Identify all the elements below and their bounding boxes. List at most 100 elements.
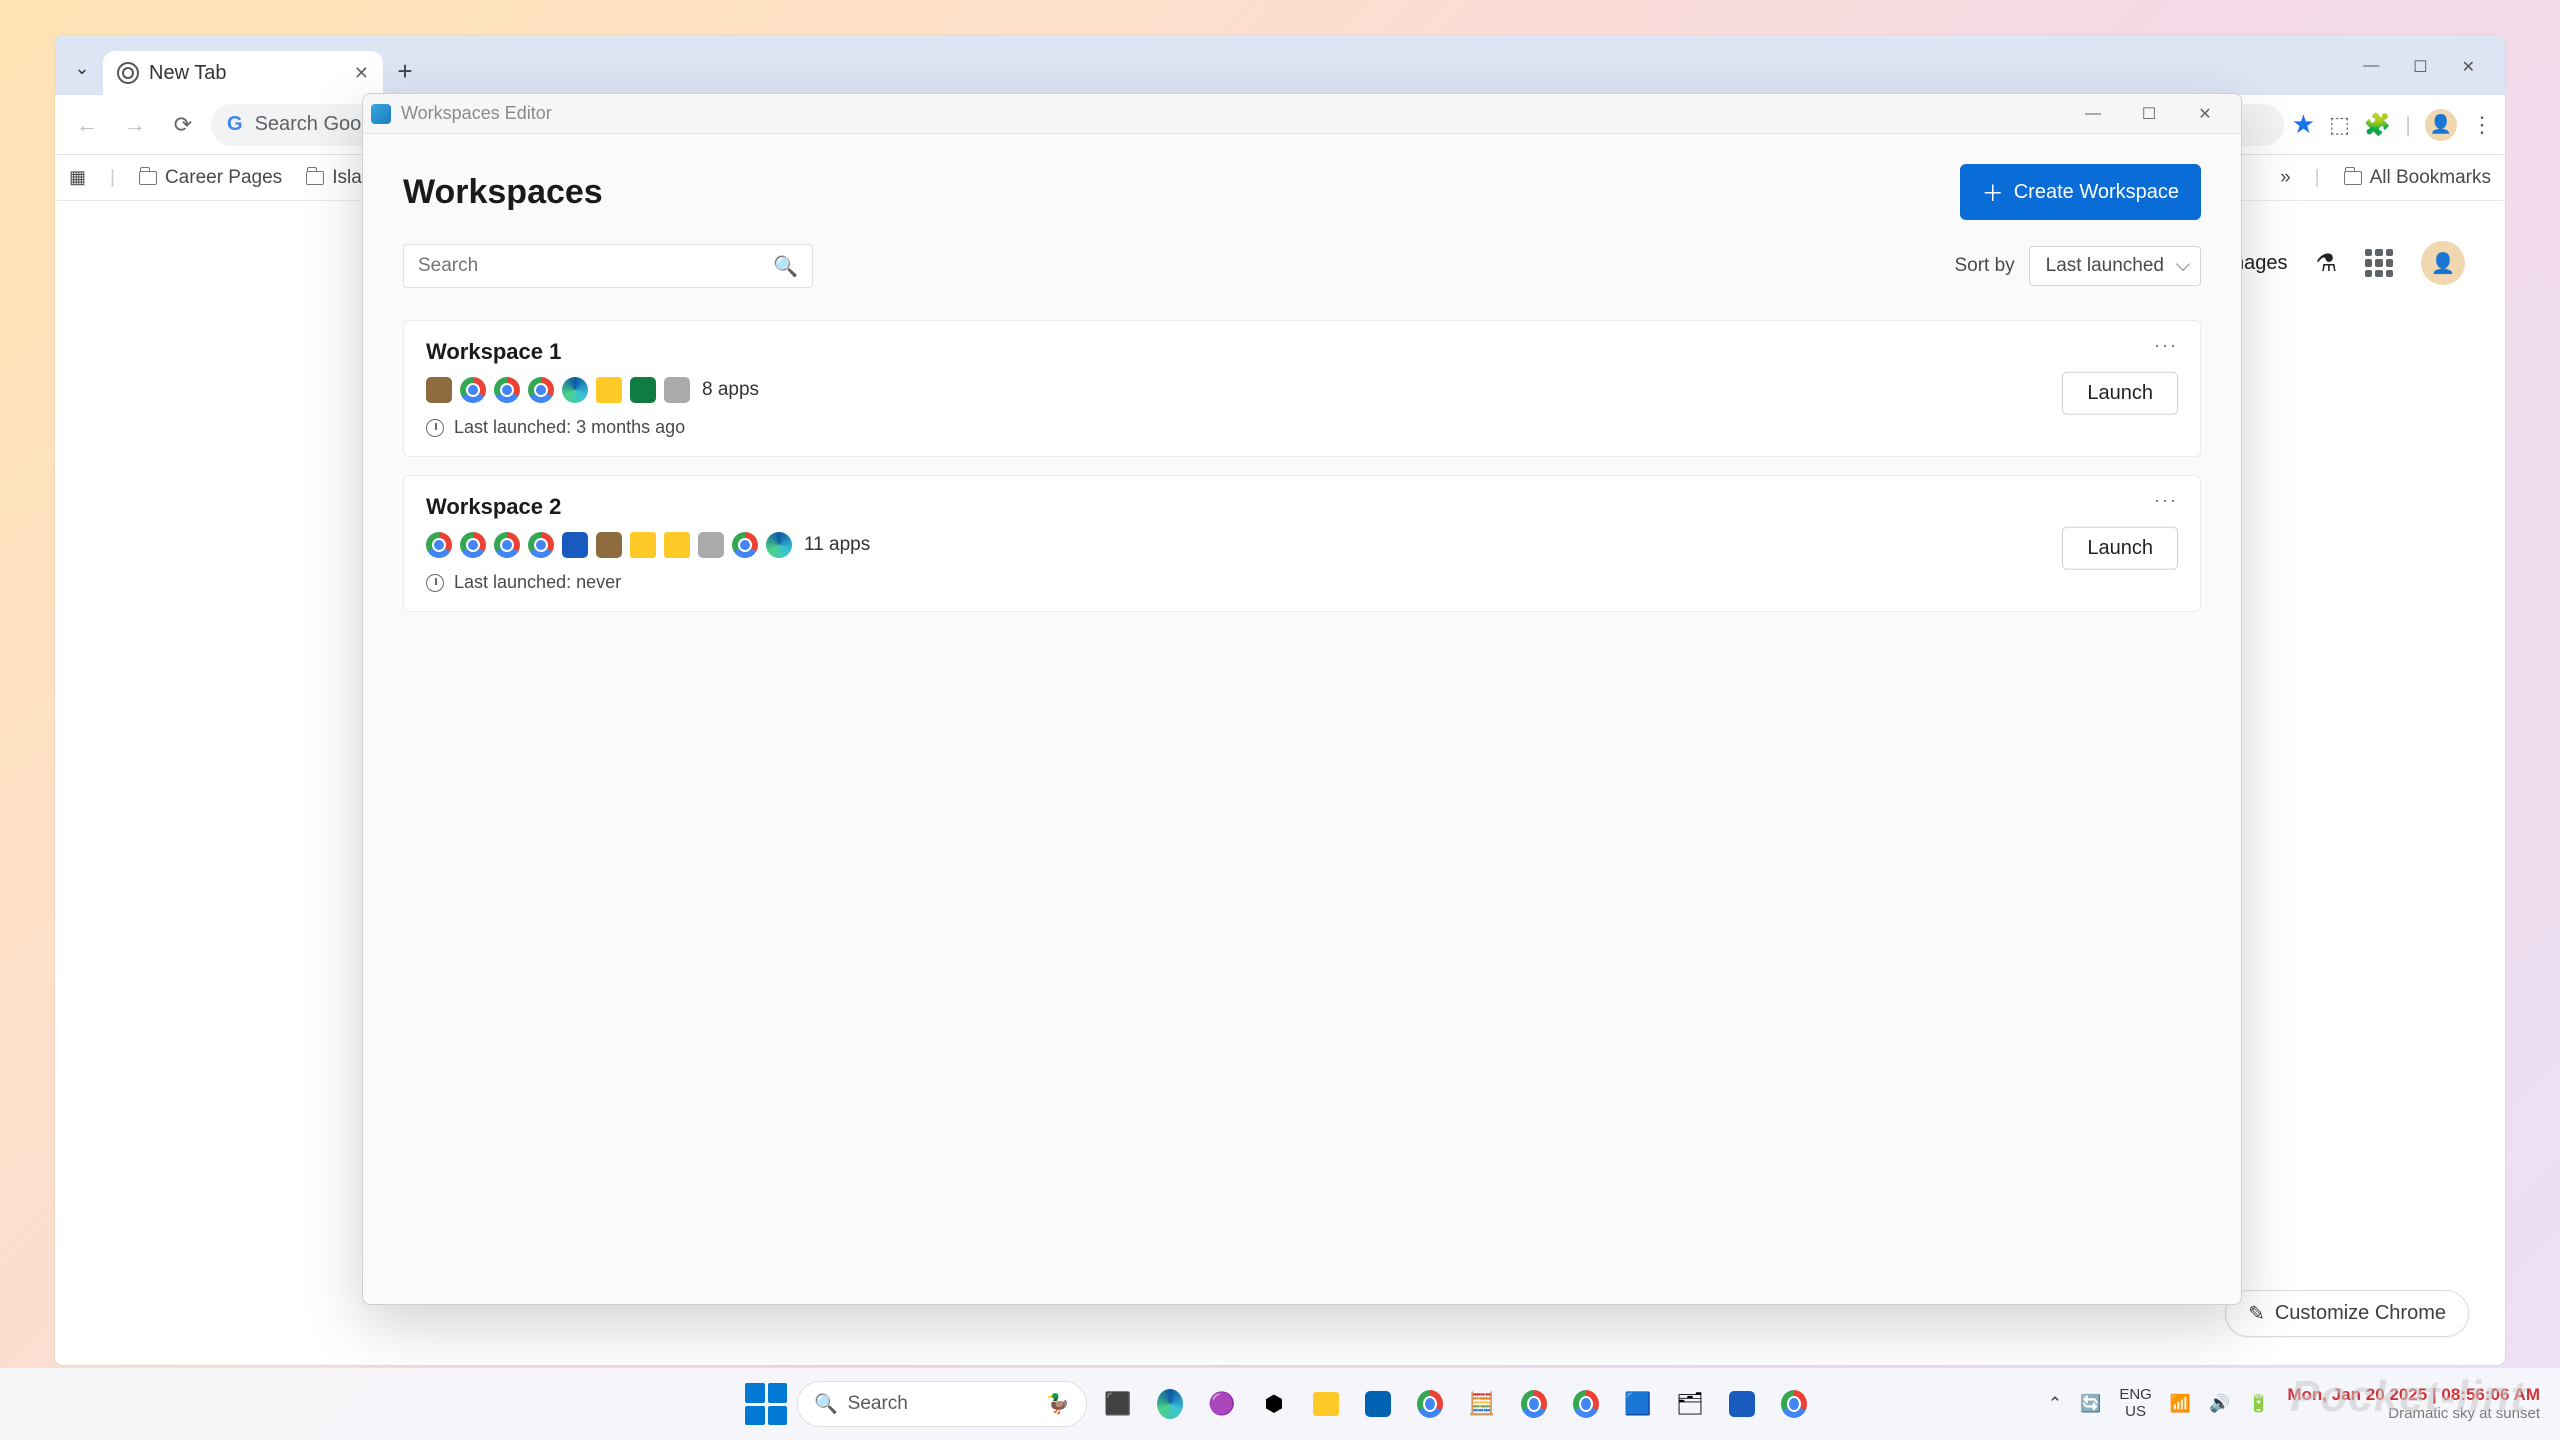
search-icon: 🔍 <box>814 1392 838 1416</box>
screenshot-icon[interactable]: ⬚ <box>2329 112 2350 138</box>
chrome-icon <box>528 377 554 403</box>
taskbar-app-obsidian[interactable]: ⬢ <box>1253 1383 1295 1425</box>
wifi-icon[interactable]: 📶 <box>2170 1394 2191 1414</box>
taskbar-app-chrome-1[interactable] <box>1409 1383 1451 1425</box>
word-icon <box>562 532 588 558</box>
bookmark-label: All Bookmarks <box>2370 167 2491 189</box>
chrome-profile-avatar[interactable]: 👤 <box>2425 109 2457 141</box>
edge-icon <box>766 532 792 558</box>
omnibox-text: Search Googl <box>255 113 377 136</box>
windows-taskbar: 🔍 Search 🦆 ⬛ 🟣 ⬢ 🧮 🟦 🗂 ⌃ 🔄 ENG US 📶 🔊 🔋 … <box>0 1368 2560 1440</box>
back-button[interactable]: ← <box>67 105 107 145</box>
clock-date: Mon, Jan 20 2025 | 08:56:06 AM <box>2287 1385 2540 1405</box>
chrome-icon <box>460 532 486 558</box>
taskbar-app-copilot[interactable]: 🟣 <box>1201 1383 1243 1425</box>
sort-value: Last launched <box>2046 255 2164 277</box>
calc-icon <box>596 532 622 558</box>
minimize-icon[interactable]: — <box>2363 57 2379 77</box>
google-account-avatar[interactable]: 👤 <box>2421 241 2465 285</box>
taskbar-app-generic[interactable]: 🗂 <box>1669 1383 1711 1425</box>
taskbar-search[interactable]: 🔍 Search 🦆 <box>797 1381 1087 1427</box>
start-button[interactable] <box>745 1383 787 1425</box>
taskbar-app-calculator[interactable]: 🧮 <box>1461 1383 1503 1425</box>
google-apps-icon[interactable] <box>2365 249 2393 277</box>
history-icon <box>426 419 444 437</box>
taskbar-app-chrome-2[interactable] <box>1513 1383 1555 1425</box>
taskbar-app-chrome-3[interactable] <box>1565 1383 1607 1425</box>
overflow-icon[interactable]: » <box>2280 167 2291 189</box>
workspace-meta: Last launched: never <box>426 572 2178 593</box>
extensions-icon[interactable]: 🧩 <box>2364 112 2391 138</box>
chrome-icon <box>732 532 758 558</box>
chrome-icon <box>494 377 520 403</box>
taskbar-right: ⌃ 🔄 ENG US 📶 🔊 🔋 Mon, Jan 20 2025 | 08:5… <box>2048 1385 2540 1423</box>
customize-chrome-button[interactable]: ✎ Customize Chrome <box>2225 1290 2469 1337</box>
tray-chevron-icon[interactable]: ⌃ <box>2048 1394 2062 1414</box>
excel-icon <box>630 377 656 403</box>
language-indicator[interactable]: ENG US <box>2119 1387 2152 1420</box>
workspace-more-button[interactable]: ··· <box>2154 335 2178 356</box>
workspaces-search-input[interactable] <box>418 255 763 277</box>
bookmark-star-icon[interactable]: ★ <box>2292 109 2315 140</box>
chrome-icon <box>528 532 554 558</box>
lang-bottom: US <box>2125 1404 2146 1421</box>
taskbar-app-explorer[interactable] <box>1305 1383 1347 1425</box>
sort-wrapper: Sort by Last launched <box>1954 246 2201 286</box>
google-g-icon: G <box>227 113 243 136</box>
tab-search-caret[interactable]: ⌄ <box>65 51 99 85</box>
separator: | <box>2315 167 2320 189</box>
workspace-apps-row: 11 apps <box>426 532 2178 558</box>
taskbar-app-store[interactable] <box>1357 1383 1399 1425</box>
close-icon[interactable]: ✕ <box>2462 57 2475 77</box>
taskbar-app-chrome-4[interactable] <box>1773 1383 1815 1425</box>
battery-icon[interactable]: 🔋 <box>2248 1394 2269 1414</box>
taskbar-app-powertoys[interactable]: 🟦 <box>1617 1383 1659 1425</box>
workspace-name: Workspace 1 <box>426 339 2178 365</box>
workspace-card: Workspace 211 appsLast launched: never··… <box>403 475 2201 612</box>
launch-workspace-button[interactable]: Launch <box>2062 371 2178 414</box>
separator: | <box>2405 112 2411 138</box>
taskbar-app-word[interactable] <box>1721 1383 1763 1425</box>
minimize-icon[interactable]: — <box>2065 95 2121 133</box>
search-icon: 🔍 <box>773 254 798 279</box>
plus-icon: ＋ <box>1982 176 2004 208</box>
chrome-icon <box>494 532 520 558</box>
maximize-icon[interactable]: ☐ <box>2413 57 2427 77</box>
workspace-card: Workspace 18 appsLast launched: 3 months… <box>403 320 2201 457</box>
forward-button[interactable]: → <box>115 105 155 145</box>
maximize-icon[interactable]: ☐ <box>2121 95 2177 133</box>
tray-sync-icon[interactable]: 🔄 <box>2080 1394 2101 1414</box>
bookmark-label: Career Pages <box>165 167 282 189</box>
workspaces-heading: Workspaces <box>403 173 603 212</box>
workspaces-search[interactable]: 🔍 <box>403 244 813 288</box>
bookmark-career-pages[interactable]: Career Pages <box>139 167 282 189</box>
workspaces-list: Workspace 18 appsLast launched: 3 months… <box>403 320 2201 612</box>
workspace-app-count: 11 apps <box>804 534 870 556</box>
edge-icon <box>562 377 588 403</box>
taskbar-app-edge[interactable] <box>1149 1383 1191 1425</box>
reload-button[interactable]: ⟳ <box>163 105 203 145</box>
folder-icon <box>664 532 690 558</box>
tab-title: New Tab <box>149 62 226 85</box>
chrome-menu-icon[interactable]: ⋮ <box>2471 112 2493 138</box>
volume-icon[interactable]: 🔊 <box>2209 1394 2230 1414</box>
toolbar-actions: ★ ⬚ 🧩 | 👤 ⋮ <box>2292 109 2493 141</box>
workspace-more-button[interactable]: ··· <box>2154 490 2178 511</box>
chrome-tab-strip: ⌄ New Tab ✕ + — ☐ ✕ <box>55 35 2505 95</box>
taskbar-app-taskview[interactable]: ⬛ <box>1097 1383 1139 1425</box>
launch-workspace-button[interactable]: Launch <box>2062 526 2178 569</box>
create-workspace-button[interactable]: ＋ Create Workspace <box>1960 164 2201 220</box>
clock-subtitle: Dramatic sky at sunset <box>2287 1405 2540 1423</box>
close-icon[interactable]: ✕ <box>2177 95 2233 133</box>
labs-icon[interactable]: ⚗ <box>2315 249 2337 278</box>
folder-icon <box>306 171 324 185</box>
chrome-window-controls: — ☐ ✕ <box>2363 57 2495 77</box>
close-tab-icon[interactable]: ✕ <box>354 63 369 84</box>
bookmark-all-bookmarks[interactable]: All Bookmarks <box>2344 167 2491 189</box>
sort-select[interactable]: Last launched <box>2029 246 2201 286</box>
chrome-tab-newtab[interactable]: New Tab ✕ <box>103 51 383 95</box>
taskbar-clock[interactable]: Mon, Jan 20 2025 | 08:56:06 AM Dramatic … <box>2287 1385 2540 1423</box>
generic-icon <box>664 377 690 403</box>
new-tab-button[interactable]: + <box>387 53 423 89</box>
apps-grid-icon[interactable]: ▦ <box>69 167 86 188</box>
